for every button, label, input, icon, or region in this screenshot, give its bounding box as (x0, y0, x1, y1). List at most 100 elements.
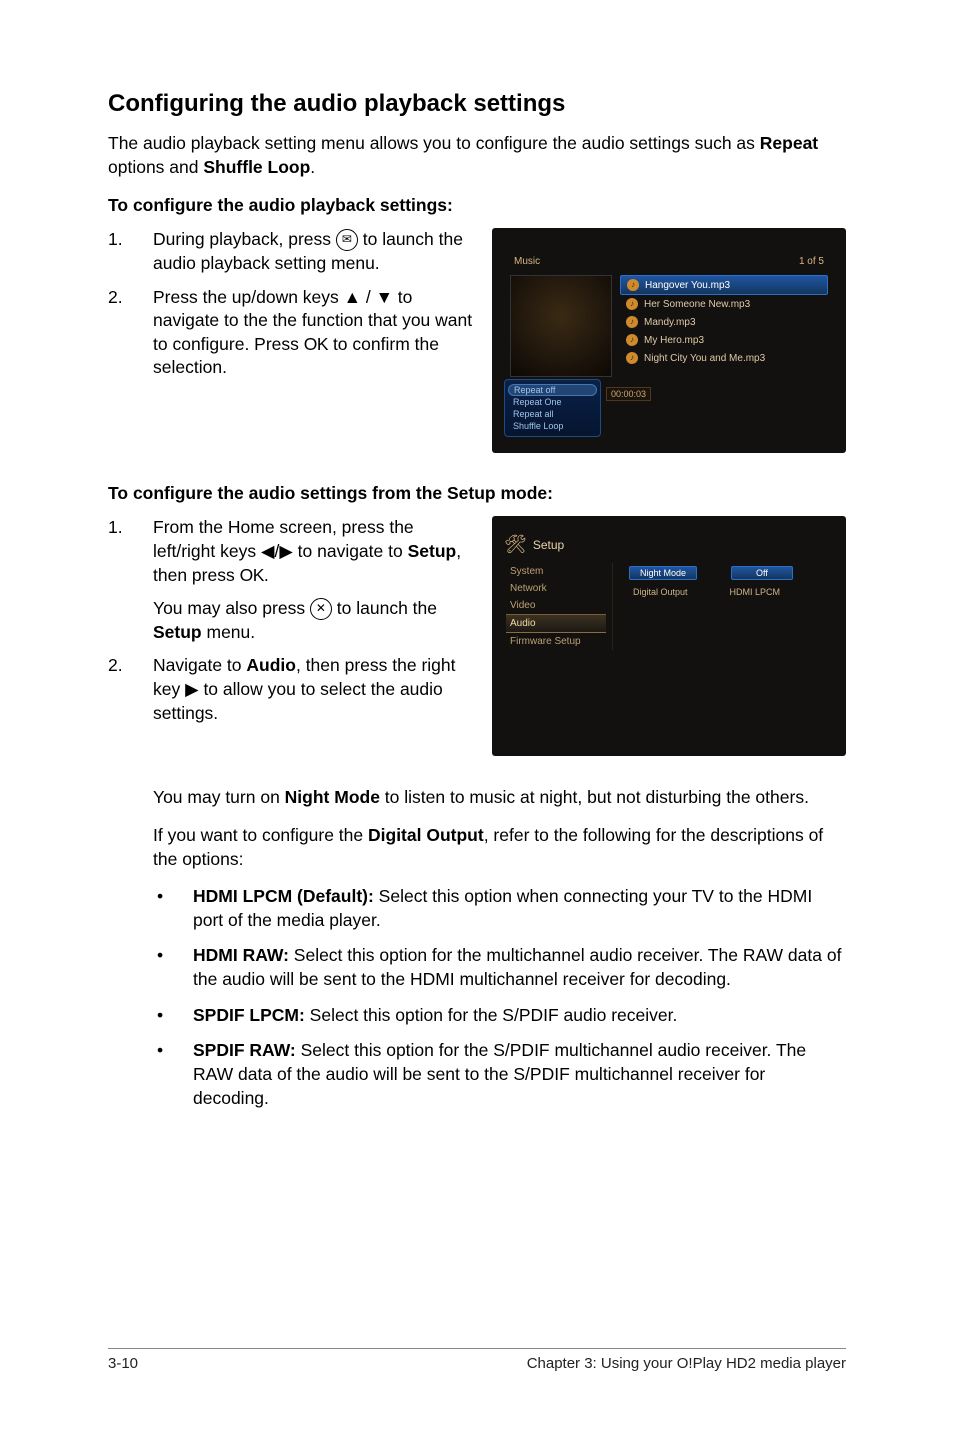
opt-bold: SPDIF RAW: (193, 1040, 296, 1060)
opt-rest: Select this option for the S/PDIF audio … (305, 1005, 678, 1025)
s21-mid: to navigate to (293, 541, 408, 561)
music-row-label: My Hero.mp3 (644, 335, 704, 346)
music-row-label: Night City You and Me.mp3 (644, 353, 765, 364)
down-arrow-icon: ▼ (376, 287, 393, 307)
shot1-count: 1 of 5 (799, 256, 824, 267)
setting-label: Digital Output (629, 586, 692, 598)
page-footer: 3-10 Chapter 3: Using your O!Play HD2 me… (108, 1348, 846, 1372)
shot1-title: Music (514, 256, 540, 267)
ok-key-icon: OK (304, 334, 328, 354)
step2-pre: Press the up/down keys (153, 287, 344, 307)
setup-menu-item[interactable]: Audio (506, 614, 606, 633)
right-arrow-icon: ▶ (185, 679, 198, 699)
repeat-option[interactable]: Repeat all (505, 408, 600, 420)
footer-chapter: Chapter 3: Using your O!Play HD2 media p… (527, 1355, 846, 1372)
p1-bold: Night Mode (285, 787, 380, 807)
slash: / (361, 287, 376, 307)
bullet-icon: • (153, 1004, 193, 1028)
subhead-1: To configure the audio playback settings… (108, 195, 846, 216)
setting-label: Night Mode (629, 566, 697, 580)
intro-pre: The audio playback setting menu allows y… (108, 133, 760, 153)
note-icon: ♪ (626, 334, 638, 346)
p2-bold: Digital Output (368, 825, 484, 845)
left-arrow-icon: ◀ (261, 541, 274, 561)
music-screenshot: Music 1 of 5 Hangover You.mp3 ♪Hangover … (492, 228, 846, 453)
s22-pre: Navigate to (153, 655, 246, 675)
right-arrow-icon: ▶ (279, 541, 292, 561)
note-icon: ♪ (627, 279, 639, 291)
step2-text: Press the up/down keys ▲ / ▼ to navigate… (153, 286, 478, 381)
intro-post: . (310, 157, 315, 177)
setup-menu-item[interactable]: Video (506, 597, 606, 614)
setup-menu-item[interactable]: System (506, 563, 606, 580)
step1-num: 1. (108, 228, 153, 275)
opt-bold: HDMI LPCM (Default): (193, 886, 374, 906)
opt-bold: HDMI RAW: (193, 945, 289, 965)
setup-note: You may also press ✕ to launch the Setup… (153, 597, 478, 644)
steps-list-1: 1. During playback, press ✉ to launch th… (108, 228, 478, 380)
option-text: HDMI RAW: Select this option for the mul… (193, 944, 846, 991)
section-title: Configuring the audio playback settings (108, 90, 846, 118)
note-bold: Setup (153, 622, 202, 642)
music-row[interactable]: ♪ Night City You and Me.mp3 (620, 349, 828, 367)
bullet-icon: • (153, 885, 193, 932)
note-mid: to launch the (332, 598, 437, 618)
option-text: SPDIF LPCM: Select this option for the S… (193, 1004, 846, 1028)
step2-1-text: From the Home screen, press the left/rig… (153, 516, 478, 587)
music-row[interactable]: ♪ My Hero.mp3 (620, 331, 828, 349)
repeat-option[interactable]: Repeat One (505, 396, 600, 408)
options-list: •HDMI LPCM (Default): Select this option… (153, 885, 846, 1110)
note-post: menu. (202, 622, 256, 642)
setting-value: HDMI LPCM (726, 586, 785, 598)
music-row[interactable]: ♪Hangover You.mp3 (620, 275, 828, 295)
step2-num: 2. (108, 286, 153, 381)
step1-text: During playback, press ✉ to launch the a… (153, 228, 478, 275)
setting-row[interactable]: Digital Output HDMI LPCM (629, 583, 832, 601)
s21-bold: Setup (408, 541, 457, 561)
subhead-2: To configure the audio settings from the… (108, 483, 846, 504)
wrench-icon: 🛠 (504, 534, 527, 555)
p2-pre: If you want to configure the (153, 825, 368, 845)
note-pre: You may also press (153, 598, 310, 618)
steps-list-2: 1. From the Home screen, press the left/… (108, 516, 478, 587)
setting-row[interactable]: Night Mode Off (629, 563, 832, 583)
setup-left-menu: System Network Video Audio Firmware Setu… (506, 563, 613, 650)
up-arrow-icon: ▲ (344, 287, 361, 307)
option-menu-icon: ✉ (336, 229, 358, 251)
music-row-label: Mandy.mp3 (644, 317, 696, 328)
note-icon: ♪ (626, 298, 638, 310)
opt-bold: SPDIF LPCM: (193, 1005, 305, 1025)
intro-paragraph: The audio playback setting menu allows y… (108, 132, 846, 179)
setup-right-panel: Night Mode Off Digital Output HDMI LPCM (629, 563, 832, 650)
s22-bold: Audio (246, 655, 296, 675)
music-row[interactable]: ♪ Mandy.mp3 (620, 313, 828, 331)
setting-value: Off (731, 566, 793, 580)
repeat-popup: Repeat off Repeat One Repeat all Shuffle… (504, 379, 601, 437)
step2-2-num: 2. (108, 654, 153, 725)
note-icon: ♪ (626, 352, 638, 364)
step2-1-num: 1. (108, 516, 153, 587)
opt-rest: Select this option for the multichannel … (193, 945, 841, 989)
note-icon: ♪ (626, 316, 638, 328)
lower-block: You may turn on Night Mode to listen to … (153, 786, 846, 1110)
intro-mid: options and (108, 157, 203, 177)
setup-screenshot: 🛠 Setup System Network Video Audio Firmw… (492, 516, 846, 756)
step2-2-text: Navigate to Audio, then press the right … (153, 654, 478, 725)
p1-pre: You may turn on (153, 787, 285, 807)
option-text: SPDIF RAW: Select this option for the S/… (193, 1039, 846, 1110)
music-row[interactable]: ♪ Her Someone New.mp3 (620, 295, 828, 313)
intro-bold-repeat: Repeat (760, 133, 818, 153)
option-text: HDMI LPCM (Default): Select this option … (193, 885, 846, 932)
bullet-icon: • (153, 1039, 193, 1110)
setup-menu-item[interactable]: Network (506, 580, 606, 597)
footer-page-number: 3-10 (108, 1355, 138, 1372)
repeat-option[interactable]: Repeat off (508, 384, 597, 396)
repeat-option[interactable]: Shuffle Loop (505, 420, 600, 432)
ok-key-icon: OK (240, 565, 264, 585)
music-row-label: Her Someone New.mp3 (644, 299, 750, 310)
setup-button-icon: ✕ (310, 598, 332, 620)
setup-title: Setup (533, 538, 564, 552)
bullet-icon: • (153, 944, 193, 991)
p1-post: to listen to music at night, but not dis… (380, 787, 809, 807)
setup-menu-item[interactable]: Firmware Setup (506, 633, 606, 650)
